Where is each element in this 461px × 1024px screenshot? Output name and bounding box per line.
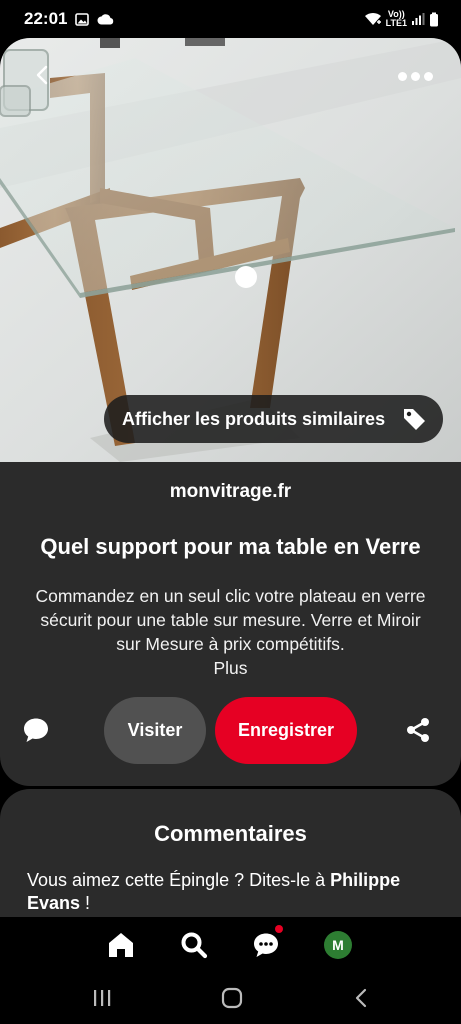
profile-avatar[interactable]: M: [324, 931, 352, 959]
comment-icon[interactable]: [22, 716, 50, 744]
comments-prompt-text: Vous aimez cette Épingle ? Dites-le à: [27, 870, 331, 890]
comments-prompt-suffix: !: [80, 893, 91, 913]
back-button-icon[interactable]: [350, 986, 374, 1010]
tag-icon: [404, 409, 425, 430]
pin-image[interactable]: Afficher les produits similaires: [0, 38, 461, 462]
back-icon[interactable]: [30, 62, 56, 88]
pin-description-text: Commandez en un seul clic votre plateau …: [35, 586, 426, 654]
status-time: 22:01: [24, 9, 68, 28]
dot-icon: [398, 72, 407, 81]
home-button-icon[interactable]: [220, 986, 244, 1010]
volte-bottom: LTE1: [385, 18, 407, 28]
pin-card: Afficher les produits similaires monvitr…: [0, 38, 461, 786]
system-nav: [0, 972, 461, 1024]
pin-source-link[interactable]: monvitrage.fr: [0, 481, 461, 503]
volte-indicator: Vo)) LTE1: [386, 10, 407, 28]
bottom-nav: M: [0, 917, 461, 972]
share-icon[interactable]: [404, 716, 432, 744]
recent-apps-icon[interactable]: [90, 986, 114, 1010]
more-options-button[interactable]: [398, 72, 434, 86]
signal-icon: [412, 13, 425, 25]
cloud-icon: [97, 14, 114, 25]
notification-dot: [275, 925, 283, 933]
pin-title: Quel support pour ma table en Verre: [40, 534, 421, 559]
more-link[interactable]: Plus: [30, 656, 431, 680]
save-button[interactable]: Enregistrer: [215, 697, 357, 764]
image-icon: [75, 12, 90, 26]
similar-products-label: Afficher les produits similaires: [122, 408, 386, 429]
wifi-icon: [364, 12, 381, 25]
dot-icon: [424, 72, 433, 81]
dot-icon: [411, 72, 420, 81]
home-icon[interactable]: [106, 930, 136, 960]
pin-actions: Visiter Enregistrer: [0, 697, 461, 765]
status-left: 22:01: [24, 9, 114, 29]
comments-prompt: Vous aimez cette Épingle ? Dites-le à Ph…: [27, 869, 437, 915]
status-bar: 22:01 Vo)) LTE1: [0, 0, 461, 38]
similar-products-button[interactable]: Afficher les produits similaires: [104, 395, 443, 443]
visit-button[interactable]: Visiter: [104, 697, 206, 764]
comments-section: Commentaires Vous aimez cette Épingle ? …: [0, 789, 461, 929]
status-right: Vo)) LTE1: [364, 10, 439, 28]
pin-description: Commandez en un seul clic votre plateau …: [30, 584, 431, 680]
comments-title: Commentaires: [154, 821, 307, 846]
search-icon[interactable]: [179, 930, 209, 960]
messages-icon[interactable]: [251, 930, 281, 960]
battery-icon: [430, 12, 438, 26]
